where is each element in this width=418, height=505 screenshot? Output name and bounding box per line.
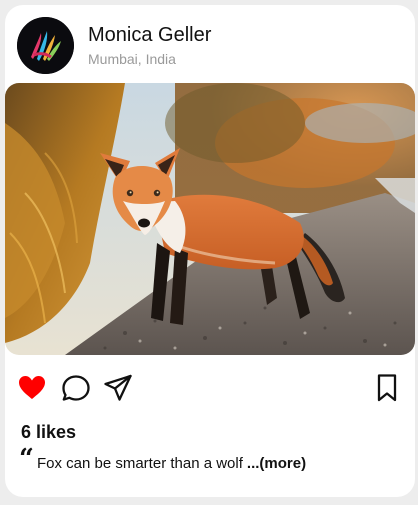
save-button[interactable] (372, 373, 402, 403)
user-name[interactable]: Monica Geller (88, 23, 211, 47)
post-header: Monica Geller Mumbai, India (17, 16, 211, 74)
feather-logo-icon (17, 16, 74, 74)
bookmark-icon (377, 374, 397, 402)
comment-bubble-icon (62, 375, 90, 401)
likes-count[interactable]: 6 likes (21, 422, 76, 443)
paper-plane-icon (104, 374, 132, 401)
post-image[interactable] (5, 83, 415, 355)
more-link[interactable]: ...(more) (247, 455, 306, 472)
post-card: Monica Geller Mumbai, India 6 likes “ Fo… (5, 5, 415, 497)
caption-text: Fox can be smarter than a wolf (36, 455, 243, 472)
comment-button[interactable] (61, 373, 91, 403)
avatar[interactable] (17, 16, 74, 74)
heart-icon (19, 376, 45, 399)
share-button[interactable] (103, 373, 133, 403)
user-location: Mumbai, India (88, 51, 176, 67)
post-actions (17, 373, 397, 407)
caption-text-wrap: Fox can be smarter than a wolf ...(more) (37, 449, 306, 479)
fox-photo (5, 83, 415, 355)
quote-icon: “ (19, 444, 34, 474)
user-info: Monica Geller Mumbai, India (88, 23, 211, 67)
post-caption: “ Fox can be smarter than a wolf ...(more… (19, 444, 306, 479)
like-button[interactable] (17, 373, 47, 403)
